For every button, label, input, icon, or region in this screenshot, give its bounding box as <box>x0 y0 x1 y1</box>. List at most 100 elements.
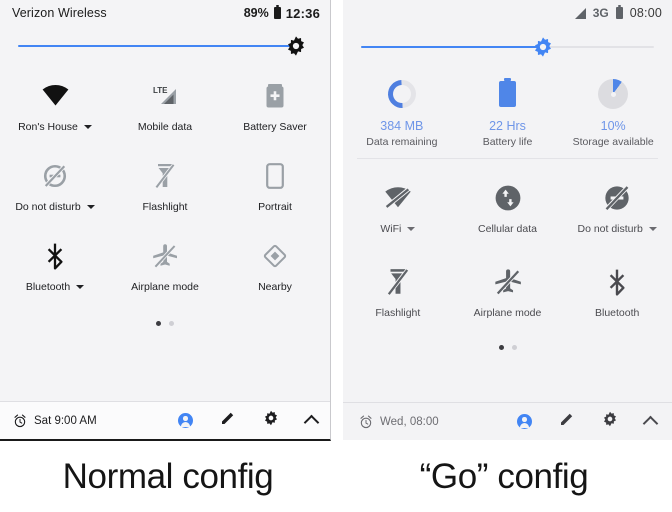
edit-pencil-icon[interactable] <box>220 410 236 431</box>
tile-do-not-disturb[interactable]: Do not disturb <box>0 157 110 213</box>
alarm-clock-icon <box>13 414 27 428</box>
stat-value: 22 Hrs <box>489 119 526 133</box>
battery-saver-icon <box>266 77 284 115</box>
stat-label: Battery life <box>482 136 533 148</box>
section-divider <box>357 158 658 159</box>
tile-row-2-normal: Do not disturb Flashlight Portrait <box>0 157 330 213</box>
tile-flashlight[interactable]: Flashlight <box>110 157 220 213</box>
settings-gear-icon[interactable] <box>602 411 618 432</box>
tile-wifi[interactable]: Ron's House <box>0 77 110 133</box>
caption-go: “Go” config <box>419 456 589 496</box>
tile-label: Flashlight <box>375 307 421 319</box>
tile-mobile-data[interactable]: LTE Mobile data <box>110 77 220 133</box>
svg-text:LTE: LTE <box>153 86 168 95</box>
status-bar-normal: Verizon Wireless 89% 12:36 <box>0 0 330 26</box>
tile-label: Airplane mode <box>473 307 542 319</box>
tile-do-not-disturb[interactable]: Do not disturb <box>562 179 672 235</box>
stat-label: Data remaining <box>366 136 438 148</box>
brightness-knob[interactable] <box>285 35 307 57</box>
tile-row-3-normal: Bluetooth Airplane mode Nearby <box>0 237 330 293</box>
stat-label: Storage available <box>572 136 654 148</box>
collapse-chevron-up-icon[interactable] <box>642 415 659 431</box>
brightness-slider-go[interactable] <box>361 30 654 64</box>
comparison-figure: Verizon Wireless 89% 12:36 Ron's House L… <box>0 0 672 512</box>
page-indicator-normal[interactable] <box>0 321 330 326</box>
tile-row-2-go: Flashlight Airplane mode Bluetooth <box>343 263 672 319</box>
collapse-chevron-up-icon[interactable] <box>303 414 320 430</box>
quick-settings-panel-normal: Verizon Wireless 89% 12:36 Ron's House L… <box>0 0 331 441</box>
wifi-off-icon <box>384 179 412 217</box>
tile-flashlight[interactable]: Flashlight <box>343 263 453 319</box>
quick-settings-panel-go: 3G 08:00 384 MB Data remaining 22 Hrs Ba… <box>343 0 672 440</box>
battery-icon <box>615 5 623 19</box>
tile-label: Bluetooth <box>25 281 71 293</box>
alarm-text: Wed, 08:00 <box>380 415 439 428</box>
alarm-text: Sat 9:00 AM <box>34 414 97 427</box>
wifi-icon <box>42 77 69 115</box>
do-not-disturb-off-icon <box>603 179 631 217</box>
chevron-down-icon[interactable] <box>86 205 95 209</box>
signal-bars-icon <box>574 7 586 19</box>
stat-data-remaining[interactable]: 384 MB Data remaining <box>349 74 455 148</box>
chevron-down-icon[interactable] <box>83 125 92 129</box>
user-avatar-icon[interactable] <box>178 413 193 428</box>
tile-label: Flashlight <box>142 201 188 213</box>
page-dot-1[interactable] <box>156 321 161 326</box>
settings-gear-icon[interactable] <box>263 410 279 431</box>
quick-settings-footer-go: Wed, 08:00 <box>343 402 672 440</box>
tile-nearby[interactable]: Nearby <box>220 237 330 293</box>
status-clock: 12:36 <box>285 5 320 21</box>
mobile-data-lte-icon: LTE <box>152 77 178 115</box>
bluetooth-icon <box>45 237 65 275</box>
brightness-slider-normal[interactable] <box>18 29 314 63</box>
carrier-label: Verizon Wireless <box>12 6 107 20</box>
tile-label: WiFi <box>380 223 402 235</box>
tile-label: Nearby <box>258 281 292 293</box>
caption-normal: Normal config <box>62 456 274 496</box>
battery-full-icon <box>499 76 516 112</box>
chevron-down-icon[interactable] <box>407 227 416 231</box>
tile-label: Ron's House <box>18 121 78 133</box>
tile-airplane-mode[interactable]: Airplane mode <box>453 263 563 319</box>
page-dot-1[interactable] <box>498 345 504 350</box>
brightness-sun-icon <box>532 36 554 58</box>
tile-bluetooth[interactable]: Bluetooth <box>0 237 110 293</box>
data-ring-icon <box>382 74 422 114</box>
status-bar-go: 3G 08:00 <box>343 0 672 26</box>
quick-settings-footer-normal: Sat 9:00 AM <box>0 401 330 439</box>
stat-value: 10% <box>600 119 626 133</box>
cellular-data-icon <box>494 179 522 217</box>
battery-icon <box>273 5 281 19</box>
stat-value: 384 MB <box>380 119 424 133</box>
chevron-down-icon[interactable] <box>76 285 85 289</box>
brightness-track-filled <box>361 46 543 48</box>
tile-airplane-mode[interactable]: Airplane mode <box>110 237 220 293</box>
tile-label: Bluetooth <box>594 307 640 319</box>
tile-label: Do not disturb <box>15 201 81 213</box>
brightness-sun-icon <box>285 35 307 57</box>
page-indicator-go[interactable] <box>343 345 672 350</box>
tile-row-1-normal: Ron's House LTE Mobile data Battery Save… <box>0 77 330 133</box>
page-dot-2[interactable] <box>511 345 517 350</box>
network-type-label: 3G <box>592 6 609 20</box>
nearby-icon <box>262 237 288 275</box>
airplane-mode-off-icon <box>493 263 523 301</box>
do-not-disturb-off-icon <box>42 157 68 195</box>
tile-wifi[interactable]: WiFi <box>343 179 453 235</box>
flashlight-off-icon <box>386 263 410 301</box>
tile-battery-saver[interactable]: Battery Saver <box>220 77 330 133</box>
page-dot-2[interactable] <box>169 321 174 326</box>
chevron-down-icon[interactable] <box>648 227 657 231</box>
brightness-knob[interactable] <box>532 36 554 58</box>
stat-battery-life[interactable]: 22 Hrs Battery life <box>455 76 561 148</box>
tile-bluetooth[interactable]: Bluetooth <box>562 263 672 319</box>
tile-label: Airplane mode <box>131 281 199 293</box>
tile-label: Battery Saver <box>243 121 307 133</box>
tile-label: Mobile data <box>137 121 193 133</box>
edit-pencil-icon[interactable] <box>559 411 575 432</box>
tile-portrait[interactable]: Portrait <box>220 157 330 213</box>
stat-storage-available[interactable]: 10% Storage available <box>560 76 666 148</box>
tile-cellular-data[interactable]: Cellular data <box>453 179 563 235</box>
user-avatar-icon[interactable] <box>517 414 532 429</box>
flashlight-off-icon <box>154 157 176 195</box>
